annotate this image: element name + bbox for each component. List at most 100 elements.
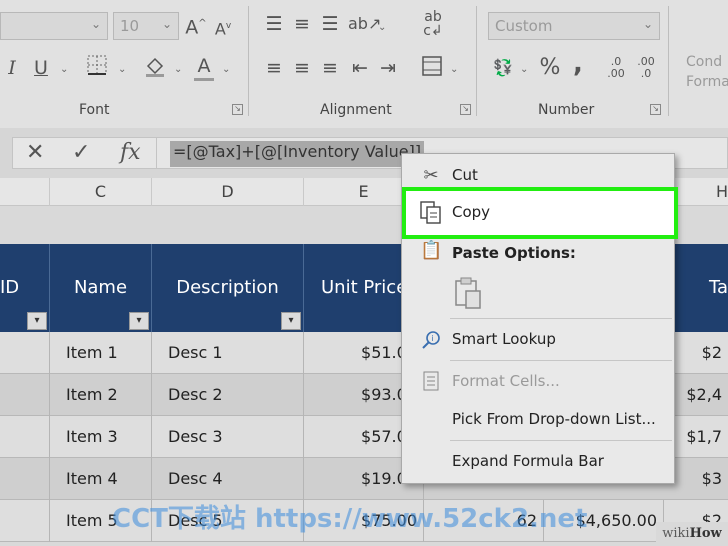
menu-separator	[450, 440, 672, 441]
italic-icon[interactable]: I	[2, 56, 22, 80]
decrease-font-icon[interactable]: Av	[212, 14, 234, 41]
header-cell-description[interactable]: Description ▾	[152, 244, 304, 332]
number-group: Custom ⌄ 💱 ⌄ % , .0.00 .00.0 Number ↘	[478, 0, 666, 124]
table-cell[interactable]	[0, 374, 50, 416]
filter-dropdown-icon[interactable]: ▾	[129, 312, 149, 330]
watermark: CCT下载站 https://www.52ck2.net	[112, 504, 588, 534]
align-middle-icon[interactable]: ≡	[290, 12, 314, 36]
currency-icon[interactable]: 💱	[490, 56, 516, 80]
menu-item-copy[interactable]: Copy	[402, 187, 678, 239]
align-center-icon[interactable]: ≡	[290, 56, 314, 80]
cond-format-line1: Cond	[686, 54, 723, 70]
increase-decimal-icon[interactable]: .0.00	[602, 56, 630, 80]
font-name-combo[interactable]: ⌄	[0, 12, 108, 40]
wrap-text-icon[interactable]: ab c↲	[420, 10, 446, 38]
filter-dropdown-icon[interactable]: ▾	[281, 312, 301, 330]
paste-option-clipboard-icon[interactable]	[452, 276, 484, 310]
chevron-down-icon[interactable]: ⌄	[174, 64, 182, 75]
number-format-combo[interactable]: Custom ⌄	[488, 12, 660, 40]
menu-item-expand-formula-bar[interactable]: Expand Formula Bar	[402, 443, 674, 481]
table-cell[interactable]	[0, 332, 50, 374]
cond-format-line2: Forma	[686, 74, 728, 90]
menu-item-copy-label: Copy	[452, 203, 491, 221]
menu-item-expand-formula-bar-label: Expand Formula Bar	[452, 452, 604, 470]
wikihow-badge: wikiHow	[656, 522, 728, 546]
merge-icon[interactable]	[418, 54, 446, 84]
decrease-decimal-icon[interactable]: .00.0	[632, 56, 660, 80]
dialog-launcher-icon[interactable]: ↘	[232, 104, 243, 115]
underline-icon[interactable]: U	[30, 56, 52, 80]
font-color-icon[interactable]: A	[192, 54, 216, 81]
decrease-indent-icon[interactable]: ⇤	[348, 56, 372, 80]
dialog-launcher-icon[interactable]: ↘	[460, 104, 471, 115]
comma-icon[interactable]: ,	[568, 51, 588, 77]
menu-item-smart-lookup[interactable]: i Smart Lookup	[402, 321, 674, 359]
wikihow-badge-part1: wiki	[662, 526, 690, 541]
font-size-combo[interactable]: 10 ⌄	[113, 12, 179, 40]
align-bottom-icon[interactable]: ☰	[318, 12, 342, 36]
menu-item-format-cells[interactable]: Format Cells...	[402, 363, 674, 401]
chevron-down-icon[interactable]: ⌄	[520, 64, 528, 75]
align-left-icon[interactable]: ≡	[262, 56, 286, 80]
insert-function-icon[interactable]: fx	[120, 140, 141, 166]
svg-text:i: i	[431, 334, 433, 343]
borders-icon[interactable]	[84, 54, 110, 82]
chevron-down-icon: ⌄	[642, 17, 653, 31]
cancel-icon[interactable]: ✕	[26, 140, 44, 166]
menu-item-format-cells-label: Format Cells...	[452, 372, 560, 390]
table-cell-description[interactable]: Desc 4	[152, 458, 304, 500]
column-header-d[interactable]: D	[152, 178, 304, 206]
table-cell[interactable]	[0, 416, 50, 458]
paste-icon: 📋	[420, 240, 443, 261]
menu-item-pick-from-list[interactable]: Pick From Drop-down List...	[402, 401, 674, 439]
header-cell-name[interactable]: Name ▾	[50, 244, 152, 332]
increase-font-icon[interactable]: A^	[184, 12, 208, 39]
menu-separator	[450, 360, 672, 361]
table-cell[interactable]	[0, 500, 50, 542]
number-group-label: Number	[538, 102, 595, 118]
table-cell-description[interactable]: Desc 1	[152, 332, 304, 374]
table-cell-name[interactable]: Item 3	[50, 416, 152, 458]
column-header-b[interactable]	[0, 178, 50, 206]
orientation-icon[interactable]: ab↗	[348, 12, 381, 36]
chevron-down-icon: ⌄	[90, 17, 101, 31]
table-cell-description[interactable]: Desc 3	[152, 416, 304, 458]
chevron-down-icon[interactable]: ⌄	[60, 64, 68, 75]
formula-divider	[156, 137, 157, 169]
table-cell-name[interactable]: Item 2	[50, 374, 152, 416]
header-description-label: Description	[176, 277, 279, 298]
table-cell-name[interactable]: Item 4	[50, 458, 152, 500]
font-group: ⌄ 10 ⌄ A^ Av I U ⌄ ⌄ ⌄ A ⌄ Font ↘	[0, 0, 248, 124]
increase-indent-icon[interactable]: ⇥	[376, 56, 400, 80]
conditional-formatting-button[interactable]: Cond Forma	[686, 52, 728, 92]
enter-icon[interactable]: ✓	[72, 140, 90, 166]
scissors-icon: ✂	[423, 165, 439, 186]
table-cell[interactable]	[0, 458, 50, 500]
paste-options-header: 📋 Paste Options:	[402, 236, 674, 270]
alignment-group: ☰ ≡ ☰ ab↗ ⌄ ab c↲ ≡ ≡ ≡ ⇤ ⇥ ⌄ Alignment ↘	[250, 0, 476, 124]
menu-item-cut-label: Cut	[452, 166, 478, 184]
menu-item-pick-from-list-label: Pick From Drop-down List...	[452, 410, 656, 428]
copy-icon	[418, 200, 444, 226]
font-size-value: 10	[120, 17, 140, 35]
group-separator	[668, 6, 669, 116]
header-cell-id[interactable]: ID ▾	[0, 244, 50, 332]
dialog-launcher-icon[interactable]: ↘	[650, 104, 661, 115]
formula-input[interactable]: =[@Tax]+[@[Inventory Value]]	[170, 141, 425, 167]
chevron-down-icon[interactable]: ⌄	[222, 64, 230, 75]
chevron-down-icon[interactable]: ⌄	[450, 64, 458, 75]
percent-icon[interactable]: %	[538, 56, 562, 80]
filter-dropdown-icon[interactable]: ▾	[27, 312, 47, 330]
column-header-c[interactable]: C	[50, 178, 152, 206]
fill-color-icon[interactable]	[142, 54, 168, 84]
align-top-icon[interactable]: ☰	[262, 12, 286, 36]
table-cell-description[interactable]: Desc 2	[152, 374, 304, 416]
header-tax-label: Ta	[708, 277, 728, 298]
chevron-down-icon: ⌄	[161, 17, 172, 31]
font-group-label: Font	[79, 102, 110, 118]
alignment-group-label: Alignment	[320, 102, 392, 118]
chevron-down-icon[interactable]: ⌄	[378, 22, 386, 33]
chevron-down-icon[interactable]: ⌄	[118, 64, 126, 75]
align-right-icon[interactable]: ≡	[318, 56, 342, 80]
table-cell-name[interactable]: Item 1	[50, 332, 152, 374]
